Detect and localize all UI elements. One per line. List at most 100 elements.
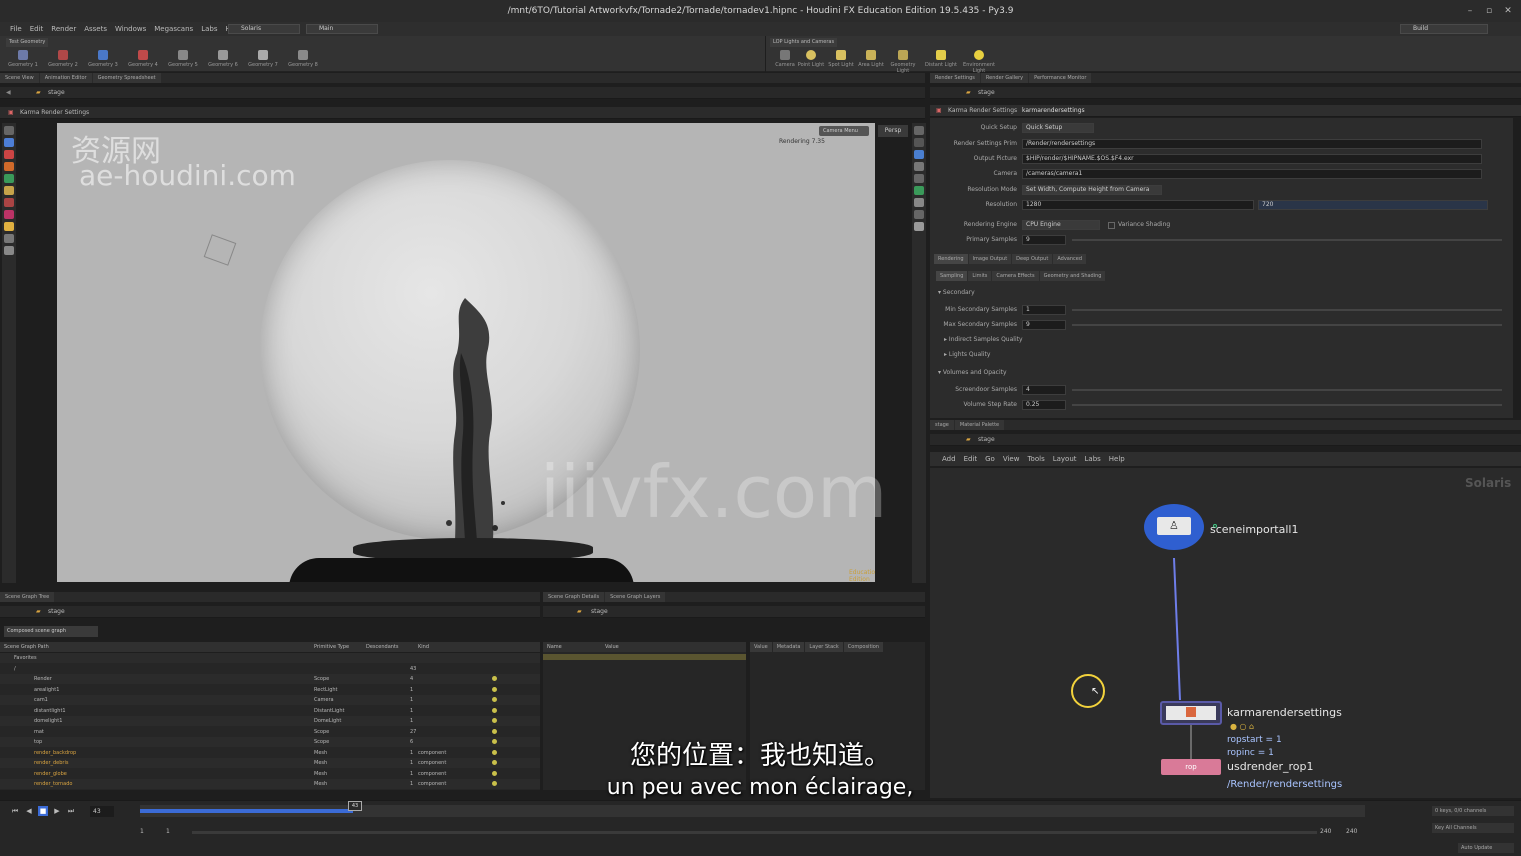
pose-tool-icon[interactable] bbox=[4, 174, 14, 183]
camera-display-icon[interactable] bbox=[914, 210, 924, 219]
min-secondary-field[interactable]: 1 bbox=[1022, 305, 1066, 315]
tab-rendering[interactable]: Rendering bbox=[934, 254, 968, 264]
rop-node[interactable]: rop bbox=[1161, 759, 1221, 775]
menu-megascans[interactable]: Megascans bbox=[150, 22, 197, 36]
table-row[interactable]: render_globe Mesh 1 component bbox=[0, 769, 540, 779]
tab-render-gallery[interactable]: Render Gallery bbox=[980, 73, 1029, 83]
selected-detail-row[interactable] bbox=[543, 654, 746, 660]
table-row[interactable]: top Scope 6 bbox=[0, 737, 540, 747]
render-settings-prim-field[interactable]: /Render/rendersettings bbox=[1022, 139, 1482, 149]
desktop-select[interactable]: Solaris bbox=[228, 24, 300, 34]
camera-field[interactable]: /cameras/camera1 bbox=[1022, 169, 1482, 179]
shelf-tool-spot-light[interactable]: Spot Light bbox=[824, 50, 858, 68]
view-tool-icon[interactable] bbox=[4, 234, 14, 243]
resolution-height-field[interactable]: 720 bbox=[1258, 200, 1488, 210]
grid-icon[interactable] bbox=[914, 174, 924, 183]
scene-detail-path[interactable]: stage bbox=[591, 606, 608, 618]
shelf-tool-geometry[interactable]: Geometry 5 bbox=[166, 50, 200, 68]
shelf-tool-geometry[interactable]: Geometry 8 bbox=[286, 50, 320, 68]
tab-material-palette[interactable]: Material Palette bbox=[954, 420, 1005, 430]
shelf-tool-geometry[interactable]: Geometry 1 bbox=[6, 50, 40, 68]
menu-windows[interactable]: Windows bbox=[111, 22, 150, 36]
scene-tree-filter-select[interactable]: Composed scene graph bbox=[4, 626, 98, 637]
table-row[interactable]: arealight1 RectLight 1 bbox=[0, 685, 540, 695]
move-tool-icon[interactable] bbox=[4, 138, 14, 147]
tab-scene-view[interactable]: Scene View bbox=[0, 73, 39, 83]
table-row[interactable]: / 43 bbox=[0, 664, 540, 674]
max-secondary-slider[interactable] bbox=[1072, 324, 1502, 326]
shelf-tool-geometry[interactable]: Geometry 4 bbox=[126, 50, 160, 68]
tab-scene-graph-details[interactable]: Scene Graph Details bbox=[543, 592, 605, 602]
tab-value[interactable]: Value bbox=[750, 642, 772, 652]
net-menu-labs[interactable]: Labs bbox=[1081, 452, 1105, 466]
shelf-tool-environment-light[interactable]: Environment Light bbox=[962, 50, 996, 74]
scene-view-path[interactable]: stage bbox=[48, 87, 65, 99]
section-volumes-opacity[interactable]: ▾ Volumes and Opacity bbox=[938, 369, 1007, 376]
min-secondary-slider[interactable] bbox=[1072, 309, 1502, 311]
paint-tool-icon[interactable] bbox=[4, 210, 14, 219]
table-row[interactable]: render_backdrop Mesh 1 component bbox=[0, 748, 540, 758]
net-menu-go[interactable]: Go bbox=[981, 452, 999, 466]
max-secondary-field[interactable]: 9 bbox=[1022, 320, 1066, 330]
timeline-playhead[interactable]: 43 bbox=[348, 801, 362, 811]
lock-icon[interactable] bbox=[914, 138, 924, 147]
tab-limits[interactable]: Limits bbox=[968, 271, 992, 281]
tab-render-settings[interactable]: Render Settings bbox=[930, 73, 980, 83]
menu-labs[interactable]: Labs bbox=[197, 22, 221, 36]
section-secondary[interactable]: ▾ Secondary bbox=[938, 289, 975, 296]
visibility-icon[interactable] bbox=[492, 676, 497, 681]
wireframe-icon[interactable] bbox=[914, 162, 924, 171]
shelf-tool-geometry[interactable]: Geometry 2 bbox=[46, 50, 80, 68]
tab-animation-editor[interactable]: Animation Editor bbox=[39, 73, 92, 83]
visibility-icon[interactable] bbox=[492, 697, 497, 702]
sceneimport-node[interactable]: ♙ bbox=[1144, 504, 1204, 550]
select-tool-icon[interactable] bbox=[4, 126, 14, 135]
render-region-icon[interactable] bbox=[4, 246, 14, 255]
tab-composition[interactable]: Composition bbox=[843, 642, 884, 652]
shelf-tool-geometry[interactable]: Geometry 3 bbox=[86, 50, 120, 68]
light-display-icon[interactable] bbox=[914, 198, 924, 207]
range-end[interactable]: 240 bbox=[1320, 828, 1331, 835]
scene-tree-path[interactable]: stage bbox=[48, 606, 65, 618]
tab-sampling[interactable]: Sampling bbox=[936, 271, 968, 281]
quick-setup-select[interactable]: Quick Setup bbox=[1022, 123, 1094, 133]
tab-layer-stack[interactable]: Layer Stack bbox=[805, 642, 843, 652]
tab-geometry-spreadsheet[interactable]: Geometry Spreadsheet bbox=[92, 73, 161, 83]
shelf-tool-point-light[interactable]: Point Light bbox=[794, 50, 828, 68]
close-button[interactable]: ✕ bbox=[1501, 4, 1515, 18]
shelf-tool-area-light[interactable]: Area Light bbox=[854, 50, 888, 68]
back-icon[interactable]: ◀ bbox=[6, 87, 11, 99]
tab-camera-effects[interactable]: Camera Effects bbox=[992, 271, 1039, 281]
build-select[interactable]: Build bbox=[1400, 24, 1488, 34]
tab-scene-graph-tree[interactable]: Scene Graph Tree bbox=[0, 592, 55, 602]
menu-file[interactable]: File bbox=[6, 22, 26, 36]
menu-edit[interactable]: Edit bbox=[26, 22, 48, 36]
net-menu-edit[interactable]: Edit bbox=[960, 452, 982, 466]
range-end-sub[interactable]: 240 bbox=[1346, 828, 1357, 835]
table-row[interactable]: distantlight1 DistantLight 1 bbox=[0, 706, 540, 716]
tab-geometry-shading[interactable]: Geometry and Shading bbox=[1039, 271, 1106, 281]
net-menu-layout[interactable]: Layout bbox=[1049, 452, 1081, 466]
table-row[interactable]: render_tornado Mesh 1 component bbox=[0, 779, 540, 789]
table-row[interactable]: render_debris Mesh 1 component bbox=[0, 758, 540, 768]
net-menu-add[interactable]: Add bbox=[938, 452, 960, 466]
shelf-tool-geometry-light[interactable]: Geometry Light bbox=[886, 50, 920, 74]
visibility-icon[interactable] bbox=[492, 728, 497, 734]
resolution-mode-select[interactable]: Set Width, Compute Height from Camera bbox=[1022, 185, 1162, 195]
volume-step-field[interactable]: 0.25 bbox=[1022, 400, 1066, 410]
net-menu-help[interactable]: Help bbox=[1105, 452, 1129, 466]
tab-advanced[interactable]: Advanced bbox=[1053, 254, 1087, 264]
volume-step-slider[interactable] bbox=[1072, 404, 1502, 406]
play-icon[interactable]: ▶ bbox=[52, 806, 62, 816]
jump-end-icon[interactable]: ⏭ bbox=[66, 806, 76, 816]
output-picture-field[interactable]: $HIP/render/$HIPNAME.$OS.$F4.exr bbox=[1022, 154, 1482, 164]
step-back-icon[interactable]: ◀ bbox=[24, 806, 34, 816]
visibility-icon[interactable] bbox=[492, 718, 497, 723]
range-slider[interactable] bbox=[192, 831, 1317, 834]
table-row[interactable]: Render Scope 4 bbox=[0, 674, 540, 684]
rotate-tool-icon[interactable] bbox=[4, 150, 14, 159]
node-name-field[interactable]: karmarendersettings bbox=[1022, 105, 1085, 117]
persp-menu[interactable]: Persp bbox=[878, 125, 908, 137]
section-lights-quality[interactable]: ▸ Lights Quality bbox=[944, 351, 990, 358]
network-path[interactable]: stage bbox=[978, 434, 995, 446]
